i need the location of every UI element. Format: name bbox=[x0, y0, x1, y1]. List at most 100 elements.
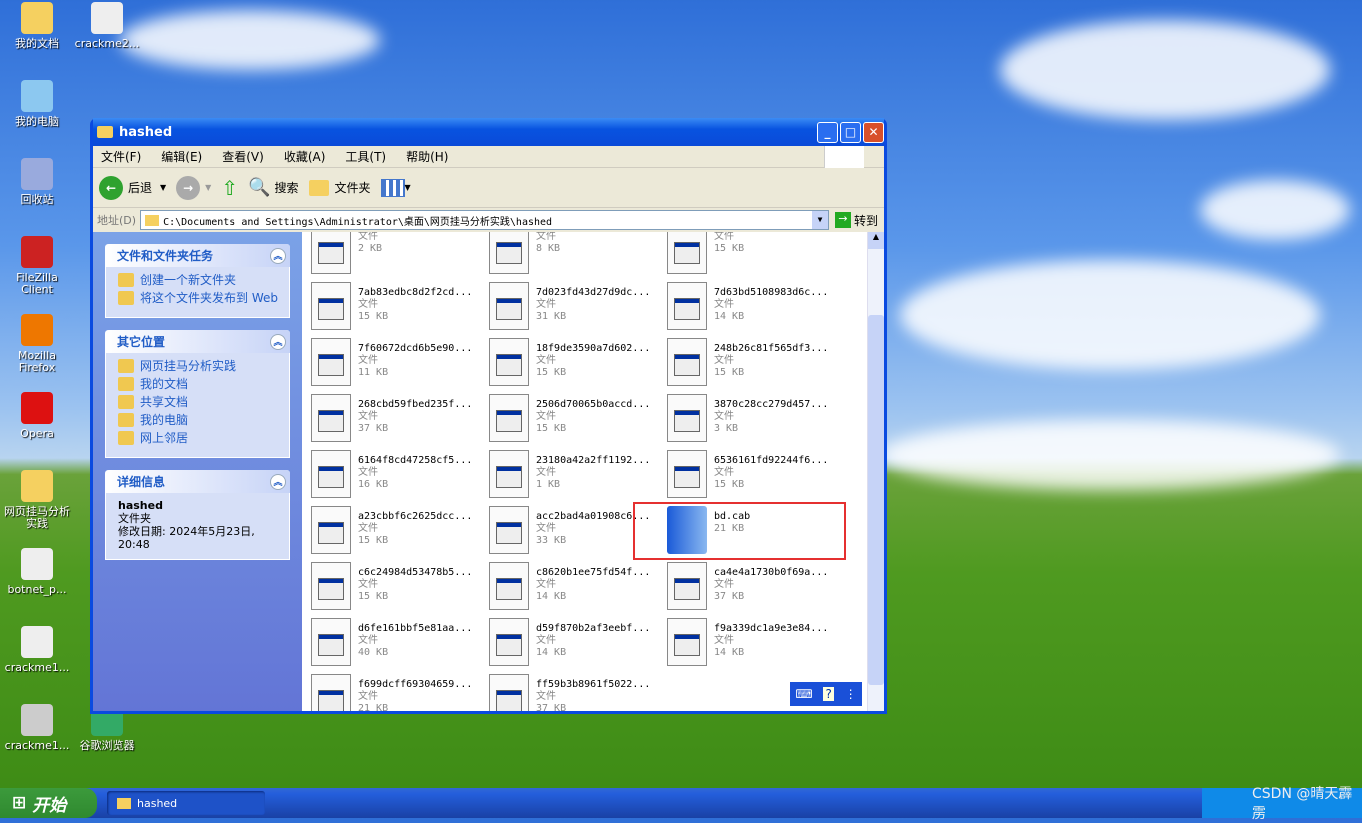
desktop-icon[interactable]: crackme2... bbox=[69, 2, 145, 50]
file-icon bbox=[489, 450, 529, 498]
forward-button[interactable]: → ▼ bbox=[176, 175, 211, 200]
file-item[interactable]: 3870c28cc279d457... 文件 3 KB bbox=[667, 394, 842, 444]
places-item[interactable]: 我的文档 bbox=[118, 377, 279, 391]
scroll-thumb[interactable] bbox=[868, 315, 884, 685]
title-bar[interactable]: hashed _ □ ✕ bbox=[93, 118, 884, 146]
file-item[interactable]: f699dcff69304659... 文件 21 KB bbox=[311, 674, 486, 711]
file-type: 文件 bbox=[714, 579, 734, 590]
details-panel: 详细信息 ︽ hashed 文件夹 修改日期: 2024年5月23日, 20:48 bbox=[105, 470, 290, 560]
address-bar: 地址(D) C:\Documents and Settings\Administ… bbox=[93, 208, 884, 232]
desktop-icon[interactable]: crackme1... bbox=[0, 704, 75, 752]
file-icon bbox=[311, 394, 351, 442]
collapse-chevron-icon[interactable]: ︽ bbox=[270, 333, 286, 350]
file-name: 6536161fd92244f6... bbox=[714, 455, 829, 466]
file-type: 文件 bbox=[358, 579, 378, 590]
panel-header[interactable]: 详细信息 ︽ bbox=[105, 470, 290, 493]
places-item[interactable]: 我的电脑 bbox=[118, 413, 279, 427]
panel-header[interactable]: 文件和文件夹任务 ︽ bbox=[105, 244, 290, 267]
file-item[interactable]: d6fe161bbf5e81aa... 文件 40 KB bbox=[311, 618, 486, 668]
places-item[interactable]: 共享文档 bbox=[118, 395, 279, 409]
file-item[interactable]: ff59b3b8961f5022... 文件 37 KB bbox=[489, 674, 664, 711]
file-text: acc2bad4a01908c6... 文件 33 KB bbox=[536, 506, 650, 556]
file-item[interactable]: 文件 2 KB bbox=[311, 232, 486, 276]
file-item[interactable]: 7ab83edbc8d2f2cd... 文件 15 KB bbox=[311, 282, 486, 332]
go-button[interactable]: → 转到 bbox=[829, 212, 884, 229]
desktop-icon[interactable]: 我的文档 bbox=[0, 2, 75, 50]
file-item[interactable]: 18f9de3590a7d602... 文件 15 KB bbox=[489, 338, 664, 388]
address-input[interactable]: C:\Documents and Settings\Administrator\… bbox=[140, 210, 829, 230]
folder-icon bbox=[145, 214, 160, 226]
tasks-item[interactable]: 创建一个新文件夹 bbox=[118, 273, 279, 287]
places-item[interactable]: 网页挂马分析实践 bbox=[118, 359, 279, 373]
options-icon[interactable]: ⋮ bbox=[845, 687, 857, 701]
file-item[interactable]: 文件 8 KB bbox=[489, 232, 664, 276]
maximize-button[interactable]: □ bbox=[840, 121, 861, 143]
file-item[interactable]: 23180a42a2ff1192... 文件 1 KB bbox=[489, 450, 664, 500]
file-item[interactable]: 7d023fd43d27d9dc... 文件 31 KB bbox=[489, 282, 664, 332]
file-item[interactable]: 6164f8cd47258cf5... 文件 16 KB bbox=[311, 450, 486, 500]
menu-item[interactable]: 查看(V) bbox=[222, 148, 264, 165]
desktop-icon[interactable]: 回收站 bbox=[0, 158, 75, 206]
file-name: 2506d70065b0accd... bbox=[536, 399, 651, 410]
tasks-item[interactable]: 将这个文件夹发布到 Web bbox=[118, 291, 279, 305]
file-item[interactable]: a23cbbf6c2625dcc... 文件 15 KB bbox=[311, 506, 486, 556]
file-text: 文件 15 KB bbox=[714, 232, 744, 276]
desktop-icon[interactable]: FileZilla Client bbox=[0, 236, 75, 296]
menu-item[interactable]: 帮助(H) bbox=[406, 148, 448, 165]
menu-item[interactable]: 工具(T) bbox=[345, 148, 386, 165]
desktop-icon[interactable]: Opera bbox=[0, 392, 75, 440]
desktop-icon[interactable]: 网页挂马分析实践 bbox=[0, 470, 75, 530]
file-item[interactable]: 7f60672dcd6b5e90... 文件 11 KB bbox=[311, 338, 486, 388]
start-button[interactable]: ⊞ 开始 bbox=[0, 788, 97, 818]
file-text: 248b26c81f565df3... 文件 15 KB bbox=[714, 338, 828, 388]
menu-item[interactable]: 文件(F) bbox=[101, 148, 141, 165]
file-item[interactable]: bd.cab 21 KB bbox=[633, 502, 846, 560]
file-size: 40 KB bbox=[358, 647, 389, 658]
file-size: 37 KB bbox=[714, 591, 745, 602]
task-pane: 文件和文件夹任务 ︽ 创建一个新文件夹 将这个文件夹发布到 Web 其它位置 ︽ 网页挂马… bbox=[93, 232, 302, 711]
vertical-scrollbar[interactable]: ▲ bbox=[867, 232, 884, 711]
file-item[interactable]: 文件 15 KB bbox=[667, 232, 842, 276]
menu-item[interactable]: 收藏(A) bbox=[284, 148, 326, 165]
folders-button[interactable]: 文件夹 bbox=[308, 179, 371, 196]
collapse-chevron-icon[interactable]: ︽ bbox=[270, 247, 286, 264]
search-button[interactable]: 🔍 搜索 bbox=[248, 177, 298, 198]
desktop-icon[interactable]: crackme1... bbox=[0, 626, 75, 674]
file-item[interactable]: 6536161fd92244f6... 文件 15 KB bbox=[667, 450, 842, 500]
file-text: d59f870b2af3eebf... 文件 14 KB bbox=[536, 618, 650, 668]
minimize-button[interactable]: _ bbox=[817, 121, 838, 143]
file-item[interactable]: 248b26c81f565df3... 文件 15 KB bbox=[667, 338, 842, 388]
file-item[interactable]: 268cbd59fbed235f... 文件 37 KB bbox=[311, 394, 486, 444]
file-item[interactable]: f9a339dc1a9e3e84... 文件 14 KB bbox=[667, 618, 842, 668]
up-button[interactable]: ⇧ bbox=[221, 176, 238, 200]
places-item[interactable]: 网上邻居 bbox=[118, 431, 279, 445]
file-item[interactable]: 7d63bd5108983d6c... 文件 14 KB bbox=[667, 282, 842, 332]
scroll-up-button[interactable]: ▲ bbox=[868, 232, 884, 249]
explorer-window: hashed _ □ ✕ 文件(F) 编辑(E) 查看(V) 收藏(A) 工具(T) 帮助… bbox=[90, 118, 887, 714]
help-icon[interactable]: ? bbox=[823, 687, 834, 701]
keyboard-icon[interactable]: ⌨ bbox=[795, 687, 812, 701]
close-button[interactable]: ✕ bbox=[863, 121, 884, 143]
file-item[interactable]: ca4e4a1730b0f69a... 文件 37 KB bbox=[667, 562, 842, 612]
views-button[interactable]: ▼ bbox=[380, 178, 411, 197]
back-button[interactable]: ← 后退 ▼ bbox=[99, 175, 166, 200]
file-item[interactable]: c6c24984d53478b5... 文件 15 KB bbox=[311, 562, 486, 612]
taskbar-item-hashed[interactable]: hashed bbox=[107, 791, 265, 815]
desktop-icon[interactable]: botnet_p... bbox=[0, 548, 75, 596]
file-size: 1 KB bbox=[536, 479, 561, 490]
file-icon bbox=[489, 562, 529, 610]
file-item[interactable]: d59f870b2af3eebf... 文件 14 KB bbox=[489, 618, 664, 668]
desktop-icon[interactable]: 我的电脑 bbox=[0, 80, 75, 128]
menu-item[interactable]: 编辑(E) bbox=[161, 148, 202, 165]
language-bar[interactable]: ⌨? ⋮ bbox=[790, 682, 862, 706]
desktop-icon[interactable]: Mozilla Firefox bbox=[0, 314, 75, 374]
window-title: hashed bbox=[119, 124, 173, 140]
file-text: 文件 8 KB bbox=[536, 232, 560, 276]
dropdown-button[interactable]: ▼ bbox=[811, 211, 828, 229]
panel-header[interactable]: 其它位置 ︽ bbox=[105, 330, 290, 353]
desktop-icon-image bbox=[21, 2, 53, 34]
collapse-chevron-icon[interactable]: ︽ bbox=[270, 473, 286, 490]
file-item[interactable]: 2506d70065b0accd... 文件 15 KB bbox=[489, 394, 664, 444]
desktop-icon-label: Mozilla Firefox bbox=[18, 349, 56, 374]
file-item[interactable]: c8620b1ee75fd54f... 文件 14 KB bbox=[489, 562, 664, 612]
